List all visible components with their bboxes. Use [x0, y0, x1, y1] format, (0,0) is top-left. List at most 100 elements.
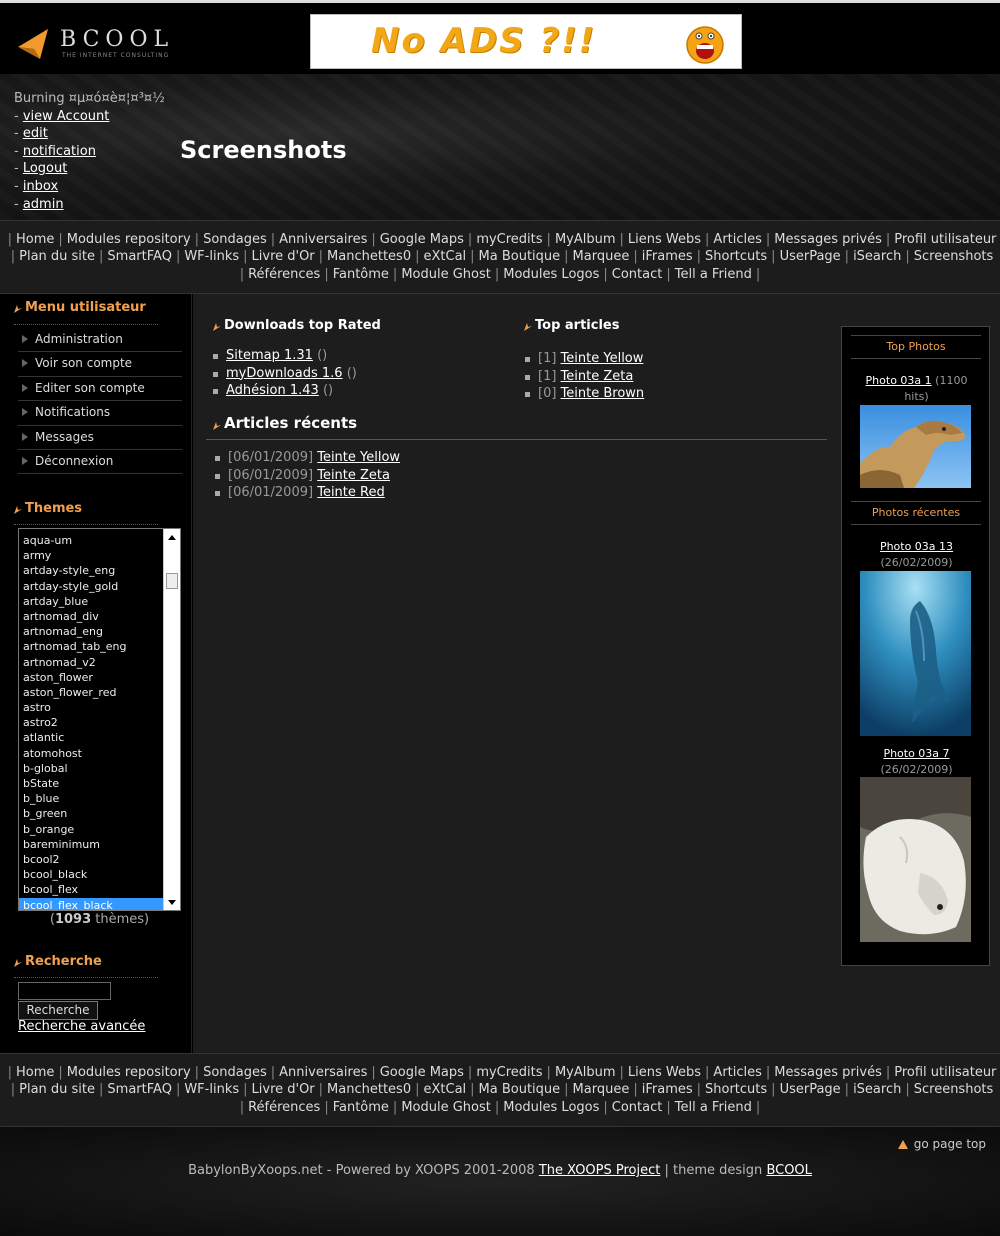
nav-link-wf-links[interactable]: WF-links: [184, 249, 239, 264]
theme-option[interactable]: bcool2: [19, 852, 163, 867]
advanced-search-link[interactable]: Recherche avancée: [18, 1019, 145, 1034]
menu-item-voir-compte[interactable]: Voir son compte: [18, 352, 182, 377]
photo-link[interactable]: Photo 03a 7: [883, 747, 949, 760]
inbox-link[interactable]: inbox: [23, 179, 58, 194]
nav-link-messages-prives[interactable]: Messages privés: [774, 232, 882, 247]
bcool-logo[interactable]: BCOOL THE INTERNET CONSULTING: [16, 25, 168, 65]
theme-option[interactable]: b-global: [19, 761, 163, 776]
nav-link-userpage[interactable]: UserPage: [780, 1082, 841, 1097]
view-account-link[interactable]: view Account: [23, 109, 110, 124]
nav-link-messages-prives[interactable]: Messages privés: [774, 1065, 882, 1080]
nav-link-screenshots[interactable]: Screenshots: [914, 1082, 994, 1097]
menu-item-administration[interactable]: Administration: [18, 328, 182, 353]
nav-link-myalbum[interactable]: MyAlbum: [555, 1065, 616, 1080]
nav-link-google-maps[interactable]: Google Maps: [380, 1065, 464, 1080]
nav-link-articles[interactable]: Articles: [713, 1065, 761, 1080]
article-link[interactable]: Teinte Yellow: [561, 351, 644, 366]
article-link[interactable]: Teinte Yellow: [317, 450, 400, 465]
theme-option[interactable]: artnomad_tab_eng: [19, 639, 163, 654]
nav-link-home[interactable]: Home: [16, 232, 54, 247]
article-link[interactable]: Teinte Brown: [561, 386, 645, 401]
polar-bear-photo[interactable]: [860, 777, 971, 942]
nav-link-profil-utilisateur[interactable]: Profil utilisateur: [894, 232, 996, 247]
nav-link-liens-webs[interactable]: Liens Webs: [628, 232, 701, 247]
article-link[interactable]: Teinte Zeta: [317, 468, 390, 483]
nav-link-references[interactable]: Références: [248, 267, 320, 282]
nav-link-sondages[interactable]: Sondages: [203, 1065, 267, 1080]
nav-link-contact[interactable]: Contact: [612, 267, 663, 282]
theme-option[interactable]: bcool_black: [19, 867, 163, 882]
nav-link-shortcuts[interactable]: Shortcuts: [705, 249, 767, 264]
nav-link-module-ghost[interactable]: Module Ghost: [401, 267, 491, 282]
menu-item-editer-compte[interactable]: Editer son compte: [18, 377, 182, 402]
theme-option[interactable]: army: [19, 548, 163, 563]
theme-option[interactable]: artnomad_v2: [19, 655, 163, 670]
theme-option[interactable]: artnomad_eng: [19, 624, 163, 639]
menu-item-deconnexion[interactable]: Déconnexion: [18, 450, 182, 475]
nav-link-screenshots[interactable]: Screenshots: [914, 249, 994, 264]
theme-option[interactable]: aston_flower: [19, 670, 163, 685]
menu-item-notifications[interactable]: Notifications: [18, 401, 182, 426]
nav-link-modules-repository[interactable]: Modules repository: [67, 1065, 191, 1080]
nav-link-plan-du-site[interactable]: Plan du site: [19, 1082, 95, 1097]
photo-link[interactable]: Photo 03a 1: [866, 374, 932, 387]
bcool-link[interactable]: BCOOL: [766, 1163, 811, 1178]
theme-select-list[interactable]: aqua-um army artday-style_eng artday-style_…: [18, 528, 181, 911]
scrollbar[interactable]: [163, 529, 180, 910]
nav-link-isearch[interactable]: iSearch: [853, 1082, 901, 1097]
nav-link-tell-a-friend[interactable]: Tell a Friend: [675, 267, 752, 282]
nav-link-sondages[interactable]: Sondages: [203, 232, 267, 247]
theme-option[interactable]: b_orange: [19, 822, 163, 837]
theme-option[interactable]: bcool_flex_black: [19, 897, 163, 910]
theme-option[interactable]: atomohost: [19, 746, 163, 761]
article-link[interactable]: Teinte Zeta: [561, 369, 634, 384]
nav-link-home[interactable]: Home: [16, 1065, 54, 1080]
theme-option[interactable]: artday-style_eng: [19, 563, 163, 578]
nav-link-modules-repository[interactable]: Modules repository: [67, 232, 191, 247]
notification-link[interactable]: notification: [23, 144, 96, 159]
nav-link-myalbum[interactable]: MyAlbum: [555, 232, 616, 247]
scroll-up-icon[interactable]: [168, 535, 176, 540]
logout-link[interactable]: Logout: [23, 161, 68, 176]
scroll-thumb[interactable]: [166, 573, 178, 589]
nav-link-isearch[interactable]: iSearch: [853, 249, 901, 264]
nav-link-smartfaq[interactable]: SmartFAQ: [107, 249, 172, 264]
nav-link-shortcuts[interactable]: Shortcuts: [705, 1082, 767, 1097]
theme-option[interactable]: artnomad_div: [19, 609, 163, 624]
theme-option[interactable]: b_green: [19, 806, 163, 821]
search-button[interactable]: Recherche: [18, 1001, 98, 1020]
nav-link-anniversaires[interactable]: Anniversaires: [279, 232, 367, 247]
go-page-top-link[interactable]: go page top: [897, 1137, 986, 1151]
nav-link-iframes[interactable]: iFrames: [642, 1082, 693, 1097]
theme-option[interactable]: bareminimum: [19, 837, 163, 852]
nav-link-extcal[interactable]: eXtCal: [423, 249, 466, 264]
download-link[interactable]: Sitemap 1.31: [226, 348, 313, 363]
theme-option[interactable]: astro2: [19, 715, 163, 730]
menu-item-messages[interactable]: Messages: [18, 426, 182, 450]
nav-link-liens-webs[interactable]: Liens Webs: [628, 1065, 701, 1080]
theme-option[interactable]: bState: [19, 776, 163, 791]
nav-link-profil-utilisateur[interactable]: Profil utilisateur: [894, 1065, 996, 1080]
nav-link-anniversaires[interactable]: Anniversaires: [279, 1065, 367, 1080]
article-link[interactable]: Teinte Red: [317, 485, 385, 500]
edit-link[interactable]: edit: [23, 126, 48, 141]
nav-link-livre-d-or[interactable]: Livre d'Or: [252, 249, 315, 264]
nav-link-userpage[interactable]: UserPage: [780, 249, 841, 264]
nav-link-manchettes0[interactable]: Manchettes0: [327, 1082, 411, 1097]
nav-link-fantome[interactable]: Fantôme: [333, 1100, 389, 1115]
nav-link-module-ghost[interactable]: Module Ghost: [401, 1100, 491, 1115]
nav-link-tell-a-friend[interactable]: Tell a Friend: [675, 1100, 752, 1115]
ad-banner[interactable]: No ADS ?!!: [310, 14, 742, 69]
nav-link-marquee[interactable]: Marquee: [573, 249, 630, 264]
theme-option[interactable]: artday-style_gold: [19, 579, 163, 594]
nav-link-smartfaq[interactable]: SmartFAQ: [107, 1082, 172, 1097]
search-input[interactable]: [18, 982, 111, 1000]
nav-link-google-maps[interactable]: Google Maps: [380, 232, 464, 247]
nav-link-iframes[interactable]: iFrames: [642, 249, 693, 264]
xoops-project-link[interactable]: The XOOPS Project: [539, 1163, 661, 1178]
nav-link-manchettes0[interactable]: Manchettes0: [327, 249, 411, 264]
nav-link-contact[interactable]: Contact: [612, 1100, 663, 1115]
theme-option[interactable]: bcool_flex: [19, 882, 163, 897]
download-link[interactable]: myDownloads 1.6: [226, 366, 343, 381]
scroll-down-icon[interactable]: [168, 900, 176, 905]
